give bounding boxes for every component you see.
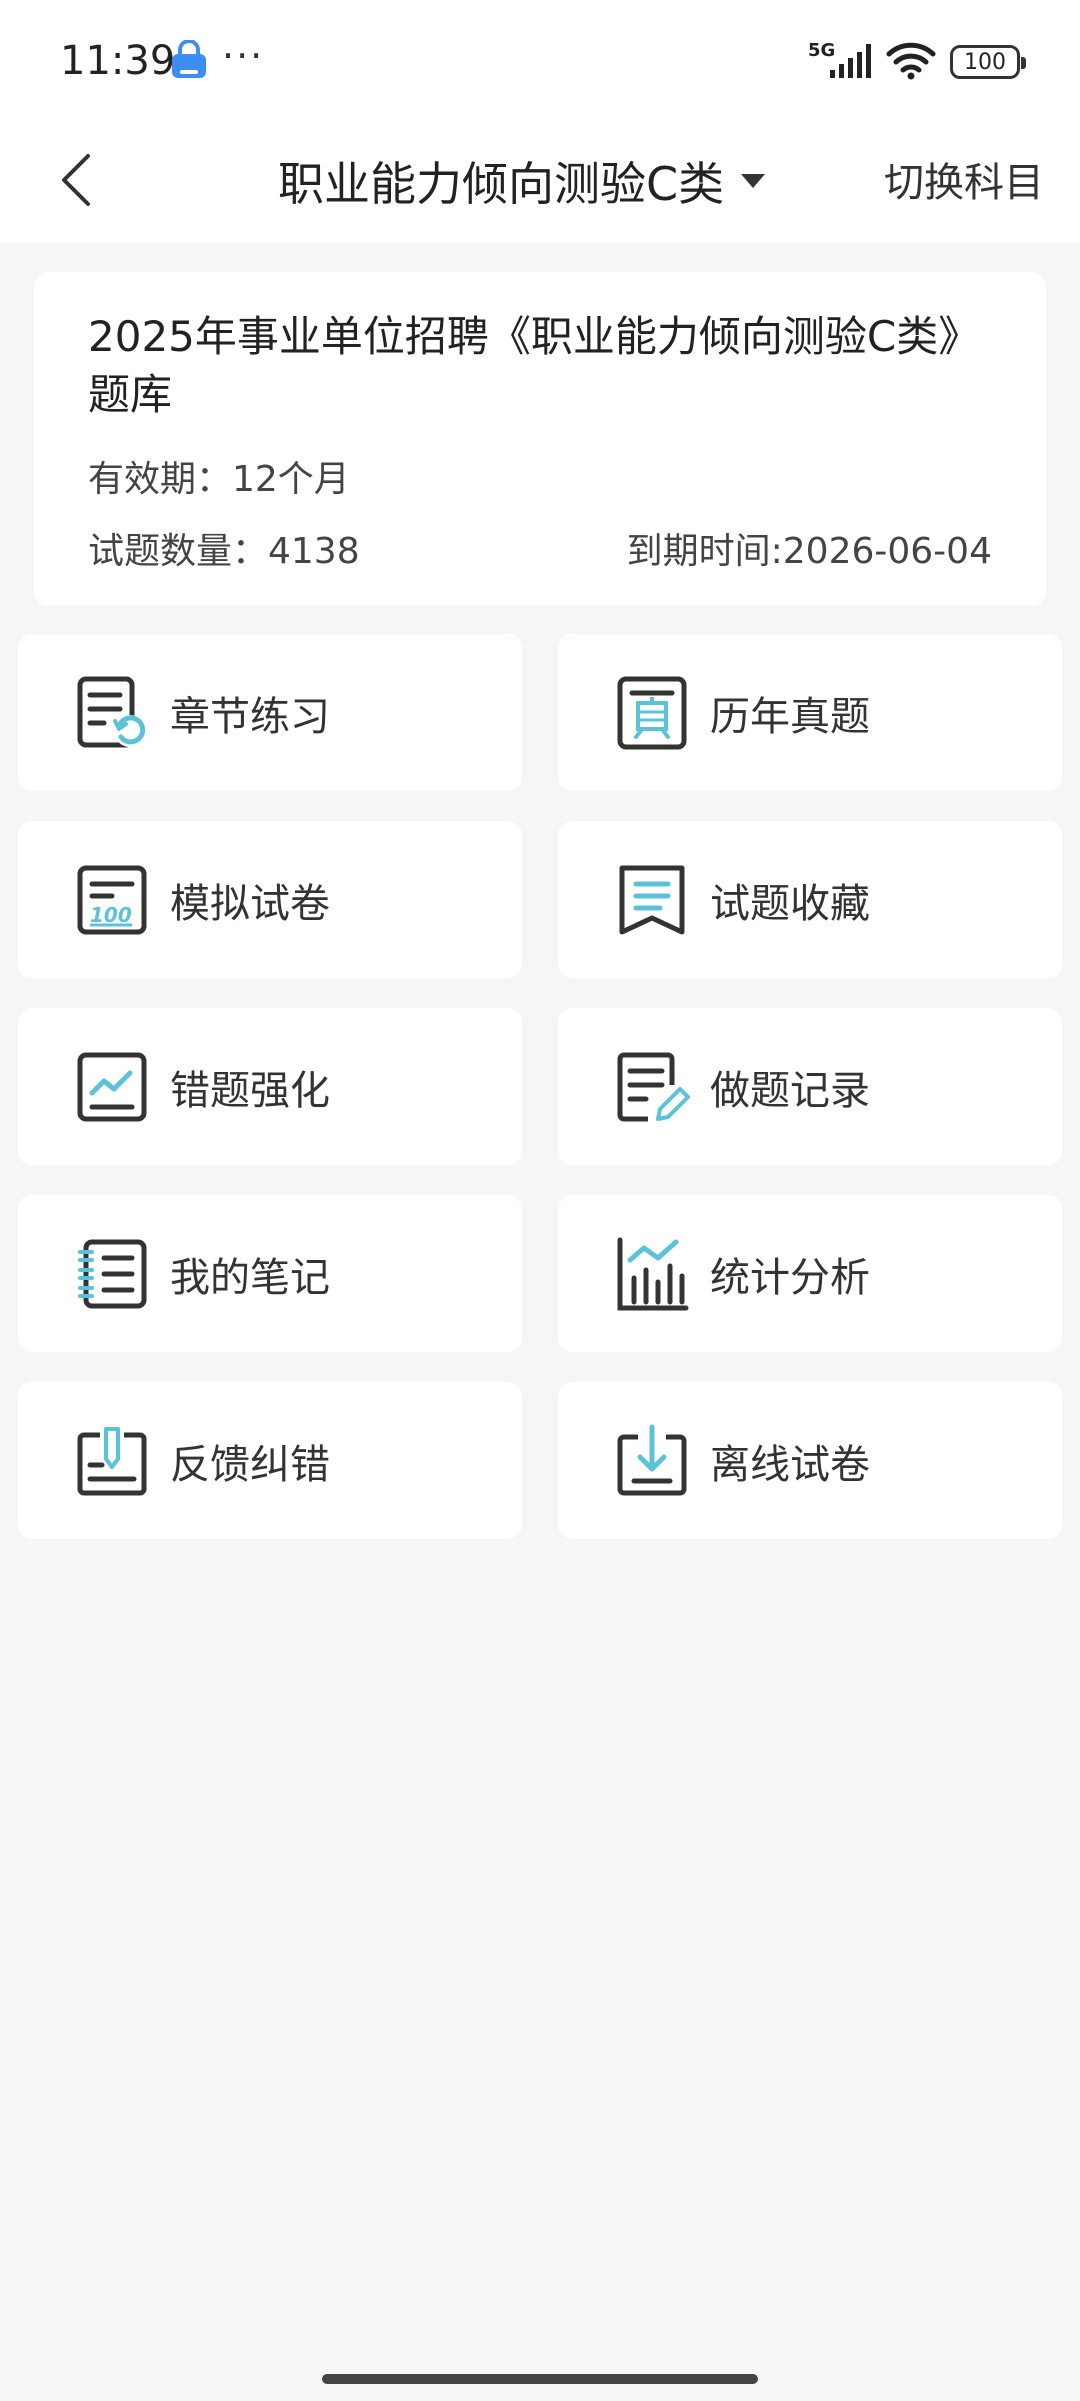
question-bank-card: 2025年事业单位招聘《职业能力倾向测验C类》题库 有效期：12个月 试题数量：… xyxy=(34,272,1046,606)
network-type: 5G xyxy=(808,40,835,61)
menu-feedback[interactable]: 反馈纠错 xyxy=(18,1382,522,1539)
menu-label: 反馈纠错 xyxy=(170,1441,330,1488)
subject-selector[interactable]: 职业能力倾向测验C类 xyxy=(278,146,766,216)
question-count: 试题数量：4138 xyxy=(88,531,360,572)
status-more-icon: ··· xyxy=(222,34,265,78)
practice-record-icon xyxy=(617,1052,690,1121)
back-button[interactable] xyxy=(36,140,116,220)
menu-my-notes[interactable]: 我的笔记 xyxy=(18,1195,522,1352)
menu-practice-record[interactable]: 做题记录 xyxy=(558,1008,1062,1165)
menu-mock-paper[interactable]: 100 模拟试卷 xyxy=(18,821,522,978)
home-indicator[interactable] xyxy=(322,2374,758,2384)
expiry-date: 到期时间:2026-06-04 xyxy=(626,531,992,572)
svg-text:100: 100 xyxy=(90,903,132,927)
caret-down-icon xyxy=(741,174,766,188)
menu-label: 离线试卷 xyxy=(710,1441,870,1488)
menu-label: 我的笔记 xyxy=(170,1254,330,1301)
app-notification-icon xyxy=(168,39,210,82)
menu-label: 历年真题 xyxy=(710,693,870,740)
chevron-left-icon xyxy=(62,154,90,206)
menu-label: 统计分析 xyxy=(710,1254,870,1301)
menu-past-exams[interactable]: 历年真题 xyxy=(558,634,1062,791)
menu-label: 错题强化 xyxy=(170,1067,330,1114)
chapter-practice-icon xyxy=(77,676,146,747)
statistics-icon xyxy=(617,1237,689,1310)
wifi-icon xyxy=(886,40,936,84)
menu-label: 模拟试卷 xyxy=(170,880,330,927)
status-indicators: 5G 100 xyxy=(808,38,1026,86)
status-bar: 11:39 ··· 5G 100 xyxy=(0,0,1080,120)
mock-paper-icon: 100 xyxy=(77,865,147,934)
menu-statistics[interactable]: 统计分析 xyxy=(558,1195,1062,1352)
menu-label: 试题收藏 xyxy=(710,880,870,927)
past-exam-icon xyxy=(617,676,687,749)
menu-offline-paper[interactable]: 离线试卷 xyxy=(558,1382,1062,1539)
switch-subject-button[interactable]: 切换科目 xyxy=(884,150,1044,208)
nav-bar: 职业能力倾向测验C类 切换科目 xyxy=(0,120,1080,242)
feedback-icon xyxy=(77,1426,147,1495)
menu-favorites[interactable]: 试题收藏 xyxy=(558,821,1062,978)
battery-icon: 100 xyxy=(950,45,1026,79)
feature-grid: 章节练习 历年真题 100 模拟试卷 试题收藏 错题强化 做题记录 我的笔记 统… xyxy=(18,634,1062,1539)
status-time: 11:39 xyxy=(60,38,176,84)
page-title: 职业能力倾向测验C类 xyxy=(278,157,725,211)
notes-icon xyxy=(78,1239,147,1308)
menu-wrong-questions[interactable]: 错题强化 xyxy=(18,1008,522,1165)
offline-paper-icon xyxy=(617,1424,687,1495)
favorites-icon xyxy=(619,865,685,934)
signal-icon: 5G xyxy=(808,38,872,86)
menu-chapter-practice[interactable]: 章节练习 xyxy=(18,634,522,791)
question-bank-title: 2025年事业单位招聘《职业能力倾向测验C类》题库 xyxy=(88,312,960,419)
menu-label: 做题记录 xyxy=(710,1067,870,1114)
menu-label: 章节练习 xyxy=(170,693,330,740)
validity-period: 有效期：12个月 xyxy=(88,459,350,500)
wrong-questions-icon xyxy=(77,1052,147,1121)
